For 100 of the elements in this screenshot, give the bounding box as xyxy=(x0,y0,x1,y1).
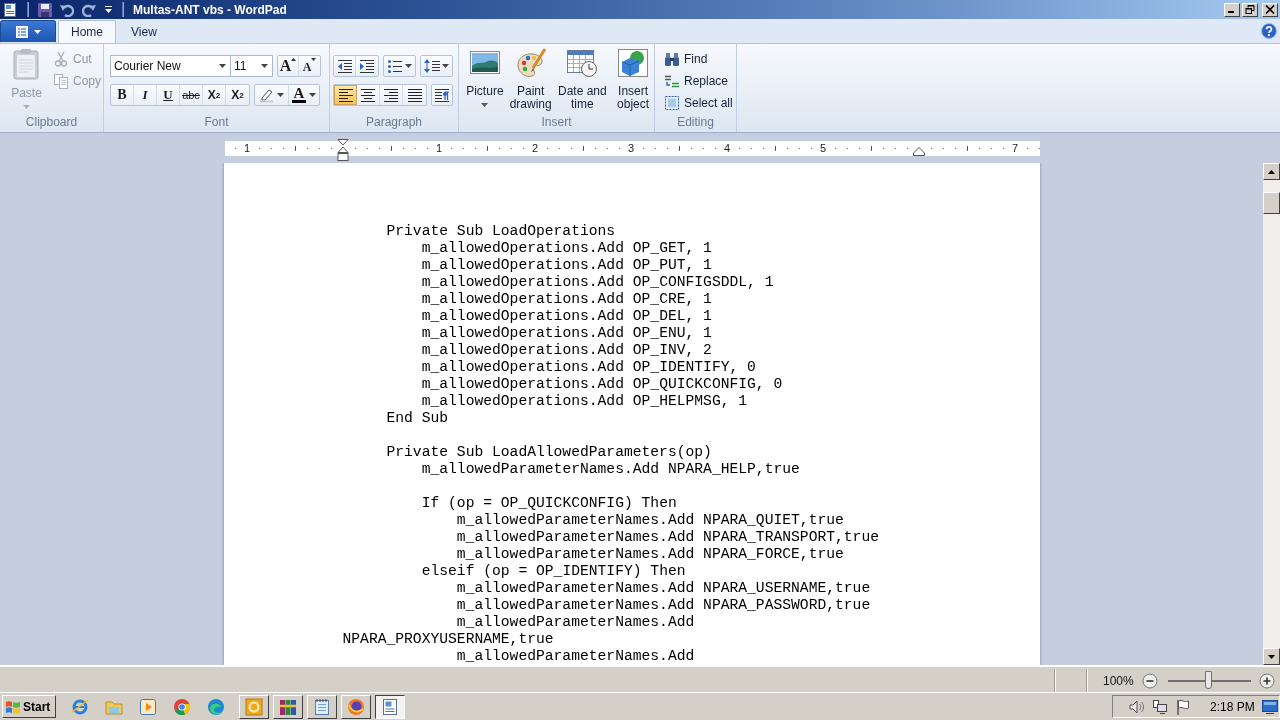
triangle-marker-icon[interactable] xyxy=(913,146,925,156)
slider-thumb[interactable] xyxy=(1205,670,1213,689)
paragraph-lines-icon xyxy=(434,87,450,103)
scissors-icon xyxy=(53,51,69,67)
caret-icon[interactable] xyxy=(104,5,113,14)
ruler-number: 4 xyxy=(723,141,732,155)
grow-font-button[interactable]: A xyxy=(278,56,299,76)
bullet-list-icon xyxy=(387,58,403,74)
strikethrough-button[interactable]: abc xyxy=(180,85,203,105)
zoom-level-text: 100% xyxy=(1103,673,1134,688)
group-label: Insert xyxy=(541,115,572,129)
find-button[interactable]: Find xyxy=(662,51,735,67)
scrollbar-thumb[interactable] xyxy=(1263,192,1280,214)
calendar-clock-icon xyxy=(566,48,599,78)
caret-icon xyxy=(261,64,268,68)
code-line: m_allowedOperations.Add OP_CONFIGSDDL, 1 xyxy=(421,274,774,291)
application-menu-button[interactable] xyxy=(0,20,56,42)
ruler-number: 2 xyxy=(531,141,540,155)
picture-button[interactable]: Picture xyxy=(465,48,505,107)
code-line: If (op = OP_QUICKCONFIG) Then xyxy=(421,495,677,512)
select-all-icon xyxy=(664,95,680,111)
code-line: m_allowedOperations.Add OP_GET, 1 xyxy=(421,240,712,257)
taskbar-button[interactable] xyxy=(375,694,405,719)
up-arrow-icon xyxy=(1268,169,1275,174)
ribbon-tab[interactable]: View xyxy=(118,20,170,43)
ring-orbit-icon[interactable] xyxy=(71,697,89,716)
paragraph-button[interactable] xyxy=(431,84,453,106)
code-line: NPARA_PROXYUSERNAME,true xyxy=(342,631,554,648)
code-line: m_allowedOperations.Add OP_HELPMSG, 1 xyxy=(421,393,748,410)
help-icon[interactable] xyxy=(1261,23,1277,39)
align-right-icon xyxy=(383,87,399,103)
paint-drawing-button[interactable]: Paint drawing xyxy=(508,48,553,111)
zoom-in-icon[interactable] xyxy=(1258,672,1275,689)
square-tile-icon xyxy=(245,697,263,716)
align-left-button[interactable] xyxy=(334,85,357,105)
ribbon-tab[interactable]: Home xyxy=(58,20,116,43)
replace-icon xyxy=(664,73,680,89)
caret-up-icon xyxy=(291,58,297,61)
font-size-combo[interactable]: 11 xyxy=(230,55,273,77)
segmented-circle-icon[interactable] xyxy=(173,697,191,716)
ruler-number: 5 xyxy=(819,141,828,155)
replace-button[interactable]: Replace xyxy=(662,73,735,89)
ruler-number: 3 xyxy=(627,141,636,155)
bullets-button[interactable] xyxy=(383,55,416,77)
code-line: elseif (op = OP_IDENTIFY) Then xyxy=(421,563,686,580)
zoom-out-icon[interactable] xyxy=(1141,672,1158,689)
shrink-font-button[interactable]: A xyxy=(299,56,320,76)
save-icon[interactable] xyxy=(38,2,52,17)
minimize-button[interactable] xyxy=(1224,2,1240,17)
code-line: m_allowedParameterNames.Add NPARA_TRANSPORT,true xyxy=(456,529,879,546)
start-button[interactable]: Start xyxy=(2,695,56,718)
flag-icon[interactable] xyxy=(1175,698,1191,715)
scroll-up-button[interactable] xyxy=(1263,163,1280,180)
scroll-down-button[interactable] xyxy=(1263,648,1280,665)
binoculars-icon xyxy=(664,51,680,67)
caret-icon xyxy=(405,64,412,68)
caret-icon xyxy=(23,105,30,109)
close-icon xyxy=(1265,5,1275,14)
code-line: m_allowedParameterNames.Add NPARA_HELP,true xyxy=(421,461,800,478)
underline-button[interactable]: U xyxy=(157,85,180,105)
document-lines-icon xyxy=(15,24,29,39)
close-button[interactable] xyxy=(1262,2,1278,17)
hourglass-marker-icon[interactable] xyxy=(337,138,349,161)
code-line: m_allowedOperations.Add OP_QUICKCONFIG, 0 xyxy=(421,376,783,393)
code-line: m_allowedOperations.Add OP_IDENTIFY, 0 xyxy=(421,359,756,376)
play-icon[interactable] xyxy=(139,697,157,716)
justify-icon xyxy=(406,87,423,103)
down-arrow-icon xyxy=(1268,654,1275,659)
bold-button[interactable]: B xyxy=(111,85,134,105)
code-line: m_allowedOperations.Add OP_CRE, 1 xyxy=(421,291,712,308)
line-spacing-button[interactable] xyxy=(420,55,453,77)
insert-object-button[interactable]: Insert object xyxy=(612,48,654,111)
ruler-number: 7 xyxy=(1011,141,1020,155)
monitor-icon[interactable] xyxy=(1262,698,1278,715)
computer-icon[interactable] xyxy=(1152,698,1168,715)
font-family-combo[interactable]: Courier New xyxy=(110,55,231,77)
redo-icon[interactable] xyxy=(82,2,96,17)
select-all-button[interactable]: Select all xyxy=(662,95,735,111)
speaker-icon[interactable] xyxy=(1129,698,1145,715)
document-icon[interactable] xyxy=(2,1,18,18)
flag-logo-icon xyxy=(5,698,21,715)
clock-time: 2:18 PM xyxy=(1210,699,1255,714)
line-spacing-icon xyxy=(424,58,440,74)
superscript-button[interactable]: X$^{2}$ xyxy=(226,85,249,105)
code-line: m_allowedParameterNames.Add NPARA_FORCE,true xyxy=(456,546,844,563)
date-time-button[interactable]: Date and time xyxy=(556,48,609,111)
increase-indent-icon xyxy=(359,58,375,74)
undo-icon[interactable] xyxy=(60,2,74,17)
caret-icon xyxy=(34,29,41,34)
palette-brush-icon xyxy=(514,48,547,78)
vertical-scrollbar[interactable] xyxy=(1263,163,1280,667)
italic-button[interactable]: I xyxy=(134,85,157,105)
caret-down-icon xyxy=(311,58,317,61)
font-color-button[interactable]: A xyxy=(289,85,319,105)
restore-button[interactable] xyxy=(1242,2,1258,17)
code-line: m_allowedParameterNames.Add NPARA_QUIET,true xyxy=(456,512,844,529)
highlighter-icon xyxy=(259,87,275,103)
code-line: m_allowedParameterNames.Add xyxy=(456,614,695,631)
code-line: Private Sub LoadOperations xyxy=(386,223,616,240)
group-label: Clipboard xyxy=(25,115,78,129)
